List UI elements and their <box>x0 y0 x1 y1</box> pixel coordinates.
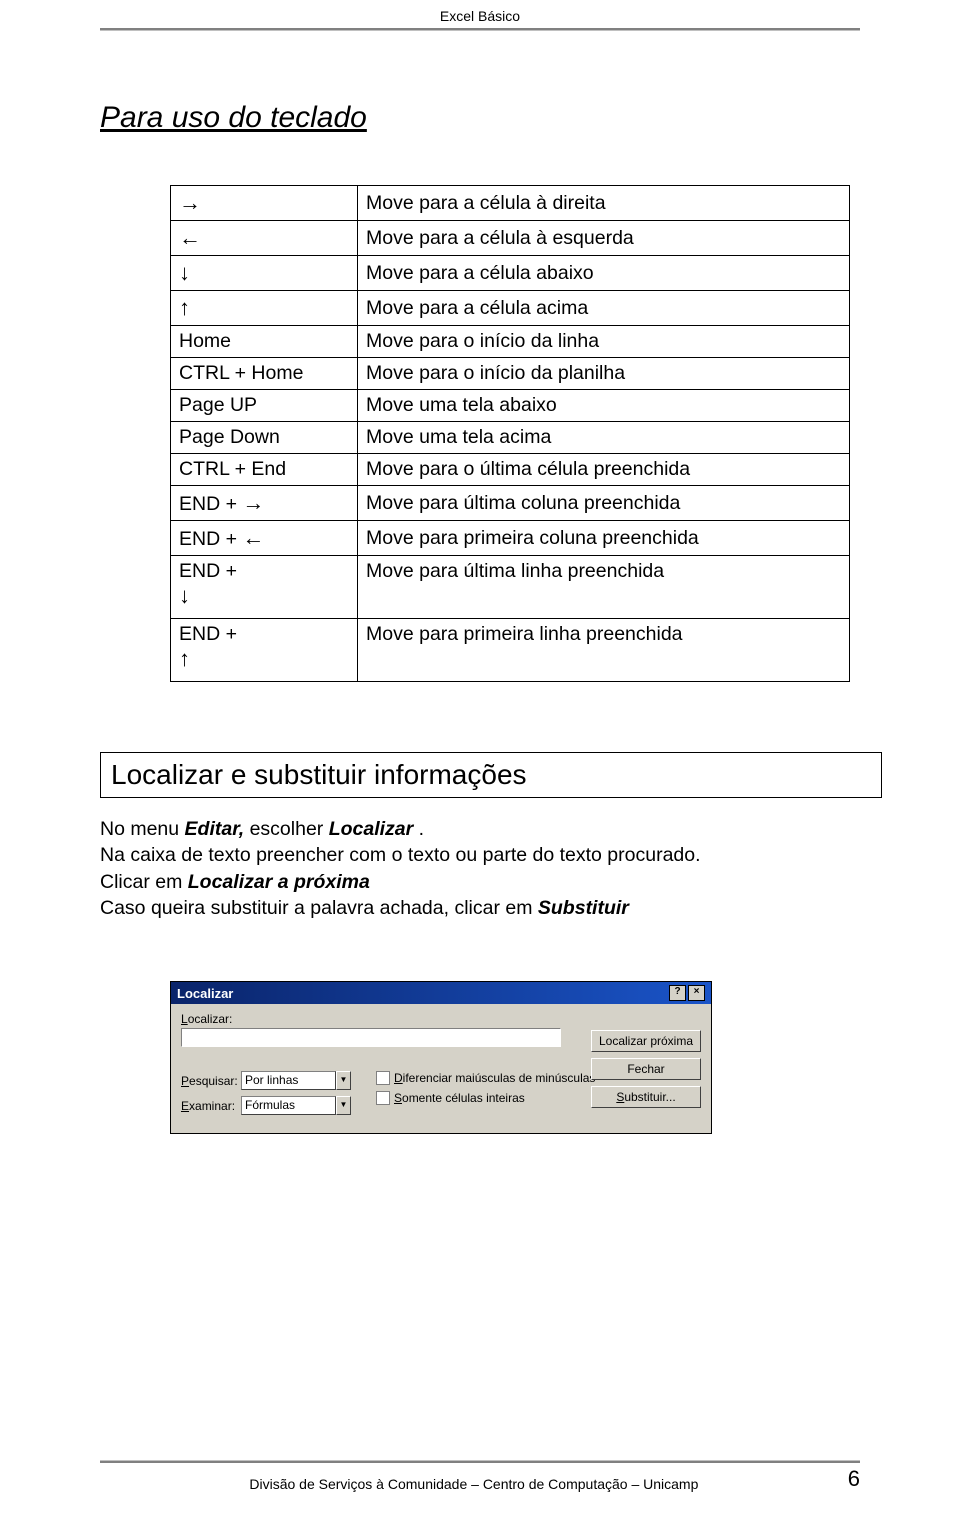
shortcut-key: Page UP <box>171 390 358 422</box>
shortcut-description: Move para última linha preenchida <box>358 556 850 619</box>
shortcut-description: Move para primeira coluna preenchida <box>358 521 850 556</box>
dialog-title-text: Localizar <box>177 986 233 1001</box>
section-title-keyboard: Para uso do teclado <box>100 101 860 135</box>
dialog-button-column: Localizar próxima Fechar Substituir... <box>591 1030 701 1108</box>
shortcut-key: CTRL + End <box>171 454 358 486</box>
help-icon[interactable]: ? <box>669 985 686 1001</box>
table-row: Page DownMove uma tela acima <box>171 422 850 454</box>
text: No menu <box>100 818 185 840</box>
table-row: ←Move para a célula à esquerda <box>171 221 850 256</box>
dialog-body: Localizar: Pesquisar: Por linhas▼ Examin… <box>171 1004 711 1133</box>
shortcut-key: END +↑ <box>171 619 358 682</box>
page: Excel Básico Para uso do teclado →Move p… <box>0 0 960 1522</box>
shortcut-description: Move para a célula abaixo <box>358 256 850 291</box>
page-number: 6 <box>848 1466 860 1492</box>
shortcut-description: Move para o início da planilha <box>358 358 850 390</box>
table-row: HomeMove para o início da linha <box>171 326 850 358</box>
shortcut-key: END +↓ <box>171 556 358 619</box>
shortcut-description: Move para o última célula preenchida <box>358 454 850 486</box>
replace-button[interactable]: Substituir... <box>591 1086 701 1108</box>
select-examinar[interactable]: Fórmulas <box>241 1096 336 1115</box>
checkbox-wholecell[interactable] <box>376 1091 390 1105</box>
close-icon[interactable]: × <box>688 985 705 1001</box>
table-row: ↑Move para a célula acima <box>171 291 850 326</box>
find-next-button[interactable]: Localizar próxima <box>591 1030 701 1052</box>
label-examinar: Examinar: <box>181 1099 241 1113</box>
shortcut-key: ← <box>171 221 358 256</box>
shortcut-key: ↑ <box>171 291 358 326</box>
text: escolher <box>244 818 329 840</box>
shortcut-description: Move para a célula acima <box>358 291 850 326</box>
shortcut-description: Move para a célula à esquerda <box>358 221 850 256</box>
footer-rule <box>100 1460 860 1463</box>
table-row: ↓Move para a célula abaixo <box>171 256 850 291</box>
titlebar-buttons: ? × <box>669 985 705 1001</box>
table-row: CTRL + HomeMove para o início da planilh… <box>171 358 850 390</box>
table-row: END + →Move para última coluna preenchid… <box>171 486 850 521</box>
shortcuts-table: →Move para a célula à direita←Move para … <box>170 185 850 682</box>
shortcut-description: Move para última coluna preenchida <box>358 486 850 521</box>
page-footer: Divisão de Serviços à Comunidade – Centr… <box>100 1460 860 1492</box>
shortcut-key: Home <box>171 326 358 358</box>
doc-header: Excel Básico <box>0 0 960 24</box>
shortcut-key: END + ← <box>171 521 358 556</box>
close-button[interactable]: Fechar <box>591 1058 701 1080</box>
table-row: END +↑Move para primeira linha preenchid… <box>171 619 850 682</box>
label-localizar: Localizar: <box>181 1012 241 1026</box>
table-row: END +↓Move para última linha preenchida <box>171 556 850 619</box>
menu-editar: Editar, <box>185 818 245 840</box>
shortcut-key: → <box>171 186 358 221</box>
shortcut-key: Page Down <box>171 422 358 454</box>
body-paragraph: No menu Editar, escolher Localizar . Na … <box>100 816 860 921</box>
shortcut-key: ↓ <box>171 256 358 291</box>
text: . <box>413 818 424 840</box>
chevron-down-icon[interactable]: ▼ <box>336 1096 351 1115</box>
page-content: Para uso do teclado →Move para a célula … <box>0 31 960 1134</box>
shortcut-description: Move uma tela abaixo <box>358 390 850 422</box>
footer-text: Divisão de Serviços à Comunidade – Centr… <box>249 1476 698 1492</box>
dialog-titlebar: Localizar ? × <box>171 982 711 1004</box>
menu-localizar: Localizar <box>329 818 414 840</box>
checkbox-case-label: Diferenciar maiúsculas de minúsculas <box>394 1071 595 1085</box>
shortcut-key: CTRL + Home <box>171 358 358 390</box>
chevron-down-icon[interactable]: ▼ <box>336 1071 351 1090</box>
table-row: →Move para a célula à direita <box>171 186 850 221</box>
shortcut-key: END + → <box>171 486 358 521</box>
text: Caso queira substituir a palavra achada,… <box>100 897 538 919</box>
label-pesquisar: Pesquisar: <box>181 1074 241 1088</box>
select-pesquisar[interactable]: Por linhas <box>241 1071 336 1090</box>
text: Clicar em <box>100 871 188 893</box>
section-title-find-replace: Localizar e substituir informações <box>100 752 882 798</box>
table-row: CTRL + EndMove para o última célula pree… <box>171 454 850 486</box>
shortcut-description: Move para a célula à direita <box>358 186 850 221</box>
table-row: Page UPMove uma tela abaixo <box>171 390 850 422</box>
shortcut-description: Move para o início da linha <box>358 326 850 358</box>
find-dialog: Localizar ? × Localizar: Pesquisar: <box>170 981 712 1134</box>
checkbox-wholecell-label: Somente células inteiras <box>394 1091 525 1105</box>
table-row: END + ←Move para primeira coluna preench… <box>171 521 850 556</box>
search-input[interactable] <box>181 1028 561 1047</box>
shortcut-description: Move uma tela acima <box>358 422 850 454</box>
shortcut-description: Move para primeira linha preenchida <box>358 619 850 682</box>
btn-localizar-proxima: Localizar a próxima <box>188 871 370 893</box>
text: Na caixa de texto preencher com o texto … <box>100 844 701 866</box>
checkbox-group: Diferenciar maiúsculas de minúsculas Som… <box>376 1071 595 1121</box>
checkbox-case[interactable] <box>376 1071 390 1085</box>
btn-substituir: Substituir <box>538 897 629 919</box>
